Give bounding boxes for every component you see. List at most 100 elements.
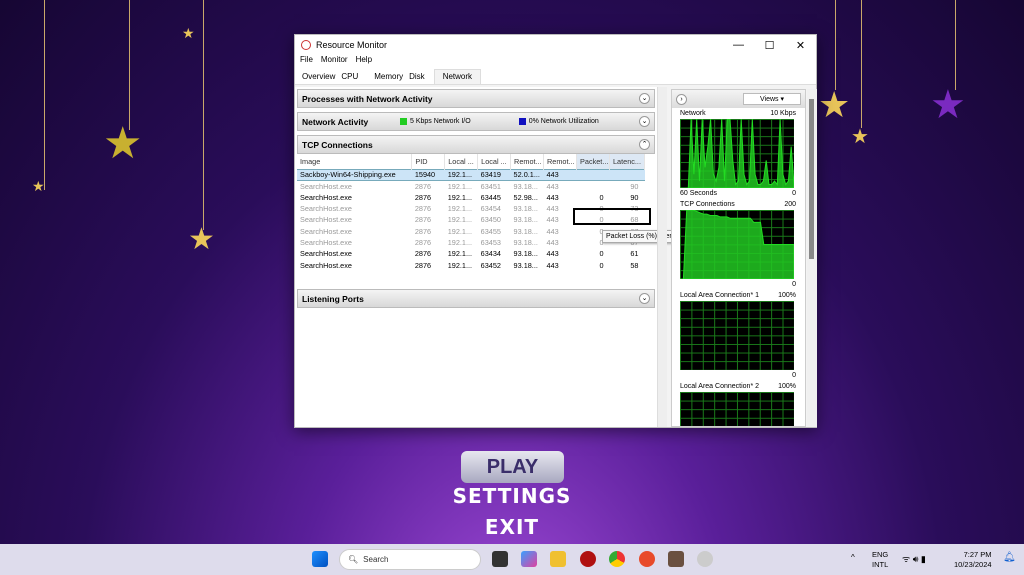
cell-image: SearchHost.exe bbox=[300, 181, 352, 191]
tab-cpu[interactable]: CPU bbox=[338, 70, 361, 84]
cell-la: 192.1... bbox=[447, 181, 473, 191]
menu-file[interactable]: File bbox=[300, 55, 313, 68]
blue-swatch bbox=[518, 118, 526, 125]
play-button[interactable]: PLAY bbox=[461, 451, 564, 483]
resource-monitor-taskbar-icon[interactable] bbox=[697, 551, 713, 567]
minimize-button[interactable]: — bbox=[723, 39, 754, 52]
cell-pid: 2876 bbox=[414, 249, 432, 259]
chevron-up-icon[interactable]: ^ bbox=[851, 553, 855, 562]
lang-label: ENG bbox=[872, 550, 889, 559]
hanging-string bbox=[955, 0, 956, 90]
cell-la: 192.1... bbox=[447, 249, 473, 259]
tab-network[interactable]: Network bbox=[433, 69, 482, 84]
language-indicator[interactable]: ENG INTL bbox=[872, 550, 888, 570]
cell-la: 192.1... bbox=[447, 260, 473, 270]
copilot-icon[interactable] bbox=[521, 551, 537, 567]
table-row[interactable]: SearchHost.exe 2876 192.1... 63453 93.18... 4… bbox=[297, 237, 645, 248]
cell-pid: 2876 bbox=[414, 226, 432, 236]
hanging-string bbox=[129, 0, 130, 130]
listening-ports-section-header[interactable]: Listening Ports ⌄ bbox=[297, 289, 655, 308]
settings-button[interactable]: SETTINGS bbox=[0, 484, 1024, 508]
menu-help[interactable]: Help bbox=[356, 55, 372, 68]
graph-max: 200 bbox=[784, 201, 796, 208]
search-icon: 🔍︎ bbox=[348, 555, 359, 564]
exit-button[interactable]: EXIT bbox=[0, 515, 1024, 539]
cell-rp: 443 bbox=[546, 192, 559, 202]
tab-overview[interactable]: Overview bbox=[299, 70, 338, 84]
wifi-volume-battery-icons[interactable]: ᯤ 🔊︎ ▮ bbox=[902, 552, 926, 565]
maximize-button[interactable]: ☐ bbox=[754, 39, 785, 52]
file-explorer-icon[interactable] bbox=[550, 551, 566, 567]
column-header[interactable]: PID bbox=[411, 154, 446, 169]
graph-series bbox=[680, 210, 794, 279]
app-icon[interactable] bbox=[580, 551, 596, 567]
column-header[interactable]: Local ... bbox=[444, 154, 479, 169]
legend-label: 5 Kbps Network I/O bbox=[410, 118, 471, 125]
section-title: Network Activity bbox=[302, 116, 369, 127]
column-header[interactable]: Remot... bbox=[543, 154, 578, 169]
column-header[interactable]: Remot... bbox=[510, 154, 545, 169]
chevron-right-icon[interactable]: › bbox=[676, 93, 687, 105]
lang-layout: INTL bbox=[872, 560, 889, 569]
legend-label: 0% Network Utilization bbox=[528, 118, 599, 125]
cell-la: 192.1... bbox=[447, 215, 473, 225]
column-header[interactable]: Image bbox=[297, 154, 413, 169]
left-scrollbar[interactable] bbox=[657, 87, 667, 427]
table-row[interactable]: SearchHost.exe 2876 192.1... 63445 52.98... 4… bbox=[297, 192, 645, 203]
column-header[interactable]: Local ... bbox=[477, 154, 512, 169]
cell-lp: 63445 bbox=[480, 192, 501, 202]
cell-lat: 90 bbox=[630, 181, 639, 191]
wps-icon[interactable] bbox=[639, 551, 655, 567]
table-row[interactable]: SearchHost.exe 2876 192.1... 63452 93.18... 4… bbox=[297, 259, 645, 270]
left-pane: Processes with Network Activity ⌄ Networ… bbox=[295, 87, 736, 427]
scroll-thumb[interactable] bbox=[809, 99, 814, 259]
menu-monitor[interactable]: Monitor bbox=[321, 55, 348, 68]
cell-lat bbox=[609, 168, 645, 181]
cell-image: SearchHost.exe bbox=[300, 192, 352, 202]
right-scrollbar[interactable] bbox=[807, 89, 817, 427]
tcp-connections-section-header[interactable]: TCP Connections ⌃ bbox=[297, 135, 655, 154]
column-header[interactable]: Latenc... bbox=[609, 154, 645, 169]
cell-ra: 93.18... bbox=[513, 181, 538, 191]
clock[interactable]: 7:27 PM 10/23/2024 bbox=[954, 550, 992, 570]
graph-title: TCP Connections bbox=[680, 201, 735, 208]
views-dropdown[interactable]: Views ▾ bbox=[743, 93, 801, 105]
column-header[interactable]: Packet... bbox=[576, 154, 610, 169]
graph-canvas bbox=[680, 210, 794, 279]
sackboy-icon[interactable] bbox=[668, 551, 684, 567]
cell-lp: 63434 bbox=[480, 249, 501, 259]
section-title: Listening Ports bbox=[302, 293, 364, 304]
cell-pid: 2876 bbox=[414, 215, 432, 225]
graph-max: 100% bbox=[778, 292, 796, 299]
search-label: Search bbox=[363, 555, 389, 564]
table-row[interactable]: SearchHost.exe 2876 192.1... 63434 93.18... 4… bbox=[297, 248, 645, 259]
cell-pid: 2876 bbox=[414, 260, 432, 270]
notification-bell-icon[interactable]: 🔔︎ bbox=[1003, 552, 1016, 563]
chevron-down-icon[interactable]: ⌄ bbox=[639, 116, 650, 127]
processes-section-header[interactable]: Processes with Network Activity ⌄ bbox=[297, 89, 655, 108]
views-label: Views bbox=[759, 96, 779, 103]
cell-ra: 52.98... bbox=[513, 192, 538, 202]
tab-disk[interactable]: Disk bbox=[406, 70, 428, 84]
star-decoration: ★ bbox=[188, 223, 215, 256]
network-io-legend: 5 Kbps Network I/O bbox=[400, 118, 471, 125]
graph-foot-left: 60 Seconds bbox=[680, 190, 717, 197]
chrome-icon[interactable] bbox=[609, 551, 625, 567]
table-row[interactable]: SearchHost.exe 2876 192.1... 63455 93.18... 4… bbox=[297, 225, 645, 236]
table-row[interactable]: Sackboy-Win64-Shipping.exe 15940 192.1... 6… bbox=[297, 168, 645, 181]
chevron-down-icon[interactable]: ⌄ bbox=[639, 93, 650, 104]
chevron-down-icon[interactable]: ⌄ bbox=[639, 293, 650, 304]
star-decoration: ★ bbox=[103, 119, 143, 168]
task-view-icon[interactable] bbox=[492, 551, 508, 567]
cell-ra: 93.18... bbox=[513, 237, 538, 247]
cell-lat: 61 bbox=[630, 249, 639, 259]
hanging-string bbox=[203, 0, 204, 230]
close-button[interactable]: ✕ bbox=[785, 39, 816, 52]
network-activity-section-header[interactable]: Network Activity 5 Kbps Network I/O 0% N… bbox=[297, 112, 655, 131]
table-row[interactable]: SearchHost.exe 2876 192.1... 63451 93.18... 4… bbox=[297, 180, 645, 191]
start-icon[interactable] bbox=[312, 551, 328, 567]
chevron-up-icon[interactable]: ⌃ bbox=[639, 139, 650, 150]
cell-rp: 443 bbox=[546, 204, 559, 214]
tab-memory[interactable]: Memory bbox=[371, 70, 406, 84]
search-box[interactable]: 🔍︎ Search bbox=[339, 549, 481, 570]
